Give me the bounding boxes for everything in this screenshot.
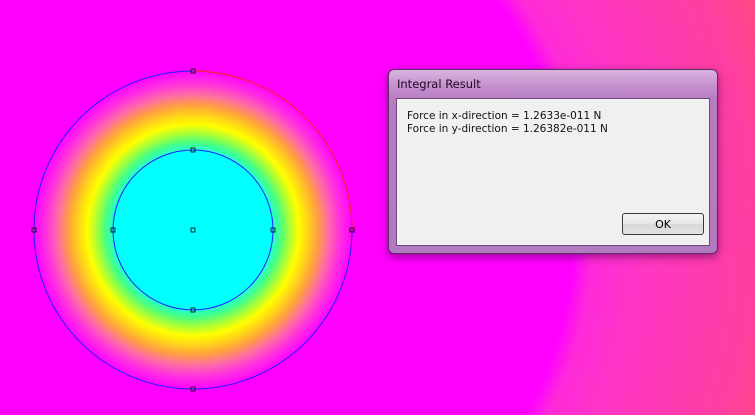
force-y-text: Force in y-direction = 1.26382e-011 N <box>407 123 608 135</box>
dialog-title: Integral Result <box>397 77 481 91</box>
dialog-body: Force in x-direction = 1.2633e-011 N For… <box>396 98 710 246</box>
inner-conductor-region <box>113 150 273 310</box>
ok-button[interactable]: OK <box>622 213 704 235</box>
force-x-text: Force in x-direction = 1.2633e-011 N <box>407 110 602 122</box>
integral-result-dialog: Integral Result Force in x-direction = 1… <box>388 69 718 254</box>
